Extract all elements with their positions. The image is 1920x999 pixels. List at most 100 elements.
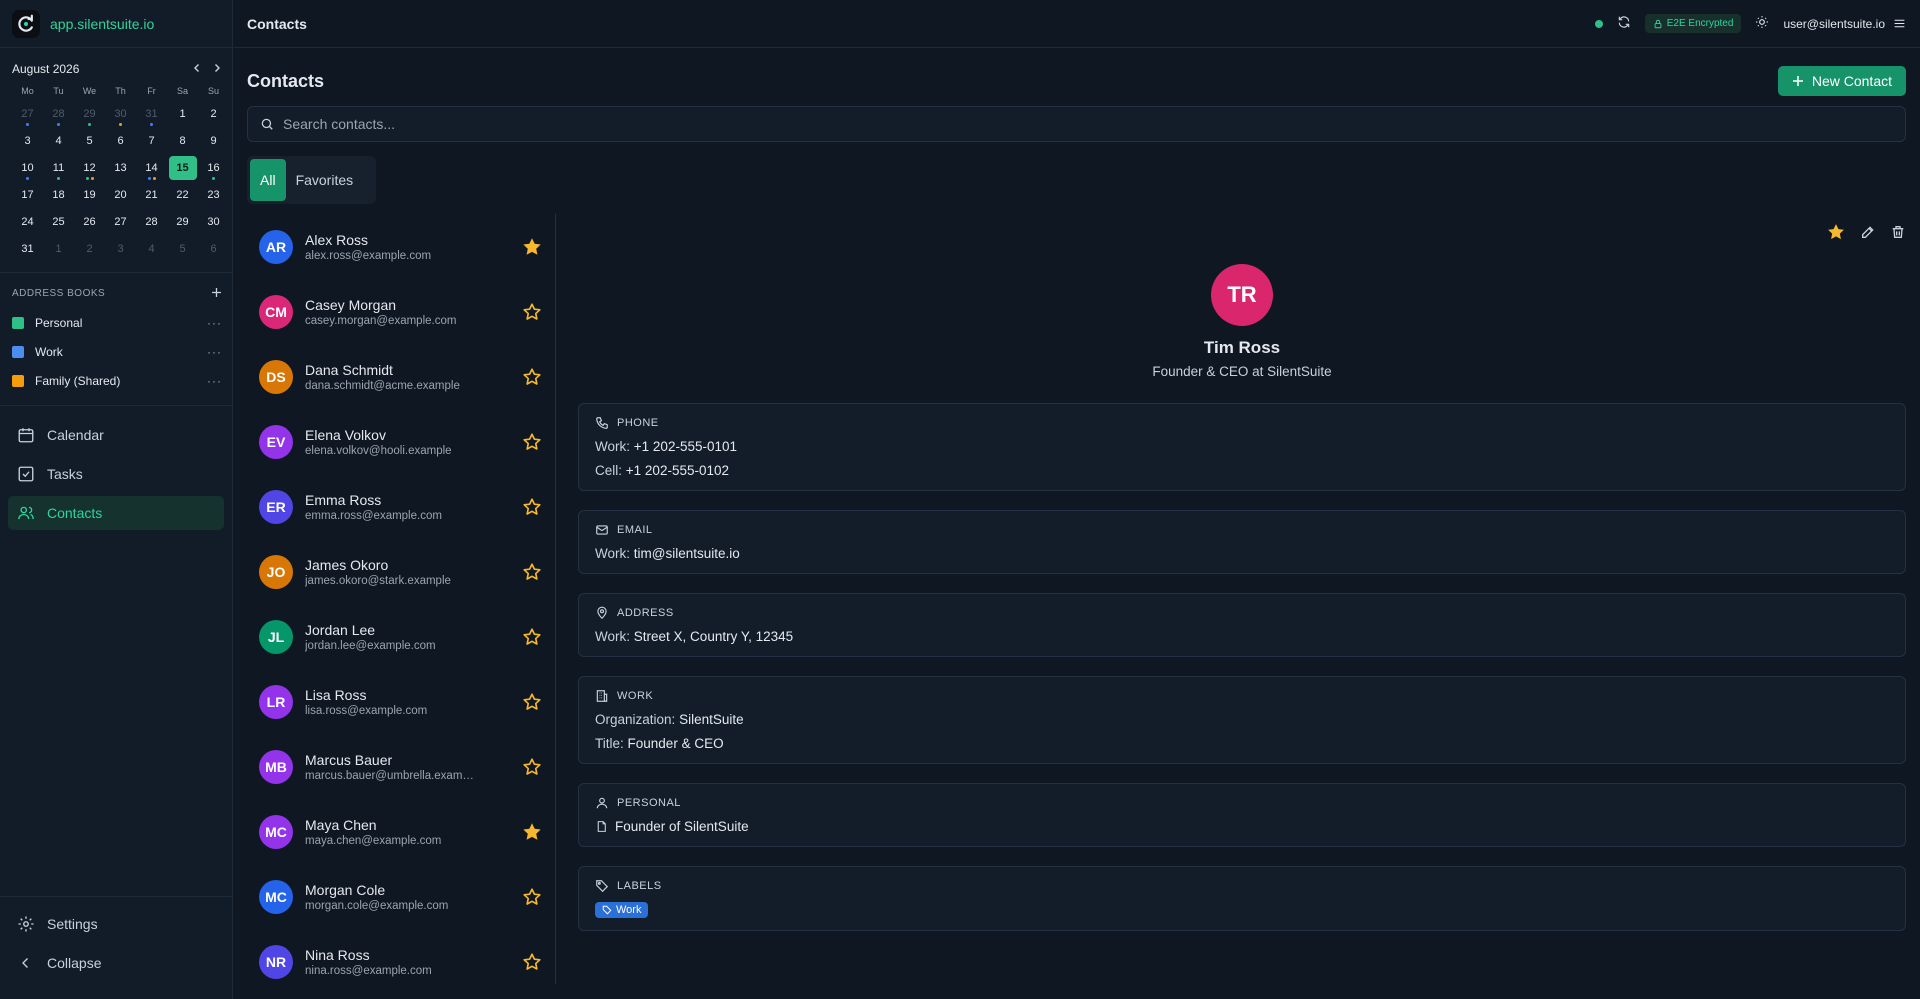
calendar-day[interactable]: 12 bbox=[74, 154, 105, 181]
address-book-item[interactable]: Work ··· bbox=[12, 337, 222, 366]
nav-calendar[interactable]: Calendar bbox=[8, 418, 224, 452]
calendar-day[interactable]: 17 bbox=[12, 181, 43, 208]
contact-list-item[interactable]: AR Alex Ross alex.ross@example.com bbox=[247, 214, 555, 279]
calendar-day[interactable]: 16 bbox=[198, 154, 229, 181]
calendar-day[interactable]: 30 bbox=[198, 208, 229, 235]
user-menu[interactable]: user@silentsuite.io bbox=[1783, 17, 1906, 31]
contact-list-item[interactable]: LR Lisa Ross lisa.ross@example.com bbox=[247, 669, 555, 734]
new-contact-button[interactable]: New Contact bbox=[1777, 66, 1906, 96]
brand[interactable]: app.silentsuite.io bbox=[0, 0, 232, 48]
star-outline-icon[interactable] bbox=[521, 951, 543, 973]
more-options-icon[interactable]: ··· bbox=[207, 345, 222, 359]
add-address-book-button[interactable] bbox=[211, 285, 222, 302]
calendar-day[interactable]: 26 bbox=[74, 208, 105, 235]
label-chip-work[interactable]: Work bbox=[595, 902, 649, 918]
calendar-day[interactable]: 8 bbox=[167, 127, 198, 154]
nav-settings[interactable]: Settings bbox=[8, 907, 224, 941]
calendar-day[interactable]: 23 bbox=[198, 181, 229, 208]
contact-list-item[interactable]: MC Maya Chen maya.chen@example.com bbox=[247, 799, 555, 864]
star-outline-icon[interactable] bbox=[521, 886, 543, 908]
calendar-day[interactable]: 29 bbox=[167, 208, 198, 235]
calendar-day[interactable]: 28 bbox=[43, 100, 74, 127]
star-outline-icon[interactable] bbox=[521, 431, 543, 453]
email-work-value[interactable]: tim@silentsuite.io bbox=[634, 546, 740, 561]
calendar-day[interactable]: 7 bbox=[136, 127, 167, 154]
calendar-day[interactable]: 20 bbox=[105, 181, 136, 208]
contact-list-item[interactable]: EV Elena Volkov elena.volkov@hooli.example bbox=[247, 409, 555, 474]
favorite-toggle-button[interactable] bbox=[1826, 222, 1846, 245]
star-outline-icon[interactable] bbox=[521, 561, 543, 583]
calendar-day[interactable]: 9 bbox=[198, 127, 229, 154]
star-outline-icon[interactable] bbox=[521, 301, 543, 323]
star-filled-icon[interactable] bbox=[521, 236, 543, 258]
nav-contacts[interactable]: Contacts bbox=[8, 496, 224, 530]
contact-list-item[interactable]: MB Marcus Bauer marcus.bauer@umbrella.exam… bbox=[247, 734, 555, 799]
contact-list-item[interactable]: MC Morgan Cole morgan.cole@example.com bbox=[247, 864, 555, 929]
calendar-day[interactable]: 2 bbox=[198, 100, 229, 127]
calendar-day[interactable]: 25 bbox=[43, 208, 74, 235]
calendar-day[interactable]: 4 bbox=[136, 235, 167, 262]
calendar-day[interactable]: 10 bbox=[12, 154, 43, 181]
more-options-icon[interactable]: ··· bbox=[207, 374, 222, 388]
phone-cell-value[interactable]: +1 202-555-0102 bbox=[626, 463, 729, 478]
contact-list-item[interactable]: NR Nina Ross nina.ross@example.com bbox=[247, 929, 555, 984]
calendar-day[interactable]: 2 bbox=[74, 235, 105, 262]
calendar-day[interactable]: 31 bbox=[12, 235, 43, 262]
calendar-day[interactable]: 3 bbox=[105, 235, 136, 262]
calendar-day[interactable]: 27 bbox=[105, 208, 136, 235]
theme-toggle-button[interactable] bbox=[1755, 15, 1769, 32]
calendar-day[interactable]: 13 bbox=[105, 154, 136, 181]
collapse-sidebar-button[interactable]: Collapse bbox=[8, 946, 224, 980]
calendar-day[interactable]: 1 bbox=[167, 100, 198, 127]
nav-tasks[interactable]: Tasks bbox=[8, 457, 224, 491]
calendar-day[interactable]: 6 bbox=[198, 235, 229, 262]
calendar-day[interactable]: 21 bbox=[136, 181, 167, 208]
calendar-day[interactable]: 29 bbox=[74, 100, 105, 127]
calendar-day[interactable]: 5 bbox=[74, 127, 105, 154]
address-book-item[interactable]: Family (Shared) ··· bbox=[12, 366, 222, 395]
avatar: MC bbox=[259, 879, 293, 914]
contact-list-item[interactable]: ER Emma Ross emma.ross@example.com bbox=[247, 474, 555, 539]
calendar-day[interactable]: 6 bbox=[105, 127, 136, 154]
calendar-day[interactable]: 24 bbox=[12, 208, 43, 235]
tab-all[interactable]: All bbox=[250, 159, 286, 201]
building-icon bbox=[596, 690, 608, 702]
calendar-day[interactable]: 5 bbox=[167, 235, 198, 262]
star-outline-icon[interactable] bbox=[521, 366, 543, 388]
calendar-day[interactable]: 30 bbox=[105, 100, 136, 127]
address-book-color bbox=[12, 345, 24, 358]
calendar-day[interactable]: 19 bbox=[74, 181, 105, 208]
sync-button[interactable] bbox=[1617, 15, 1631, 32]
contact-list-item[interactable]: JL Jordan Lee jordan.lee@example.com bbox=[247, 604, 555, 669]
calendar-day[interactable]: 4 bbox=[43, 127, 74, 154]
star-outline-icon[interactable] bbox=[521, 626, 543, 648]
tab-favorites[interactable]: Favorites bbox=[286, 159, 364, 201]
star-outline-icon[interactable] bbox=[521, 496, 543, 518]
calendar-day[interactable]: 11 bbox=[43, 154, 74, 181]
calendar-day-today[interactable]: 15 bbox=[167, 154, 198, 181]
calendar-day[interactable]: 31 bbox=[136, 100, 167, 127]
prev-month-button[interactable] bbox=[192, 62, 202, 76]
calendar-day[interactable]: 22 bbox=[167, 181, 198, 208]
phone-work-value[interactable]: +1 202-555-0101 bbox=[634, 439, 737, 454]
next-month-button[interactable] bbox=[212, 62, 222, 76]
calendar-day[interactable]: 28 bbox=[136, 208, 167, 235]
contact-name: Maya Chen bbox=[305, 816, 377, 833]
star-outline-icon[interactable] bbox=[521, 691, 543, 713]
contact-name: Jordan Lee bbox=[305, 621, 376, 638]
more-options-icon[interactable]: ··· bbox=[207, 316, 222, 330]
search-input[interactable] bbox=[283, 116, 883, 132]
contact-list-item[interactable]: JO James Okoro james.okoro@stark.example bbox=[247, 539, 555, 604]
contact-list-item[interactable]: DS Dana Schmidt dana.schmidt@acme.example bbox=[247, 344, 555, 409]
contact-list-item[interactable]: CM Casey Morgan casey.morgan@example.com bbox=[247, 279, 555, 344]
address-book-item[interactable]: Personal ··· bbox=[12, 308, 222, 337]
calendar-day[interactable]: 27 bbox=[12, 100, 43, 127]
star-filled-icon[interactable] bbox=[521, 821, 543, 843]
calendar-day[interactable]: 14 bbox=[136, 154, 167, 181]
calendar-day[interactable]: 1 bbox=[43, 235, 74, 262]
calendar-day[interactable]: 18 bbox=[43, 181, 74, 208]
star-outline-icon[interactable] bbox=[521, 756, 543, 778]
edit-contact-button[interactable] bbox=[1860, 224, 1876, 243]
calendar-day[interactable]: 3 bbox=[12, 127, 43, 154]
delete-contact-button[interactable] bbox=[1890, 224, 1906, 243]
